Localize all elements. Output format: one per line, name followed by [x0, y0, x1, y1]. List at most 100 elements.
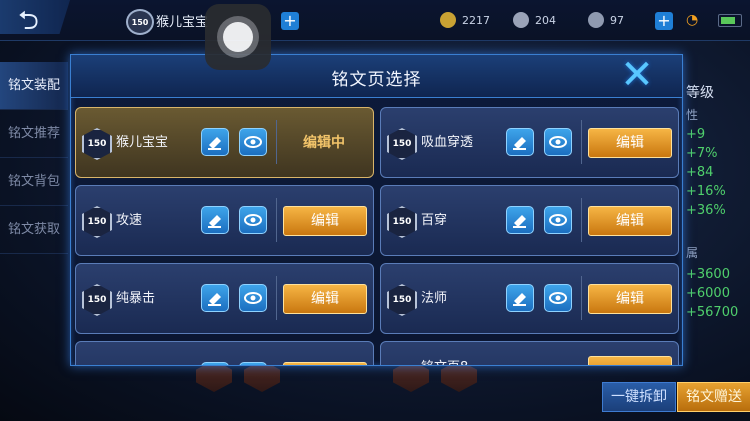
view-button[interactable]: [239, 284, 267, 312]
ticket-value: 97: [610, 13, 624, 27]
edit-button[interactable]: [283, 362, 367, 365]
add-page-button[interactable]: +: [281, 12, 299, 30]
eye-icon: [549, 214, 567, 226]
diamond-resource: 204: [513, 12, 556, 28]
eraser-icon: [513, 137, 526, 150]
rename-button[interactable]: [506, 284, 534, 312]
dialog-header: 铭文页选择 ✕: [71, 55, 682, 98]
view-button[interactable]: [239, 128, 267, 156]
eye-icon: [244, 292, 262, 304]
recharge-button[interactable]: +: [655, 12, 673, 30]
stat-value: +36%: [686, 203, 726, 218]
dialog-title: 铭文页选择: [331, 70, 422, 90]
rune-page-slot[interactable]: 150 法师 编辑: [380, 263, 679, 334]
view-button[interactable]: [544, 128, 572, 156]
view-button[interactable]: [544, 284, 572, 312]
assistive-touch-button[interactable]: [205, 4, 271, 70]
rune-page-slot[interactable]: 150 攻速 编辑: [75, 185, 374, 256]
edit-button[interactable]: 编辑: [588, 206, 672, 236]
stat-value: +56700: [686, 305, 739, 320]
rename-button[interactable]: [506, 206, 534, 234]
menu-item-assemble[interactable]: 铭文装配: [0, 62, 68, 110]
divider: [581, 198, 582, 242]
return-arrow-icon: ⮌: [18, 6, 39, 36]
eraser-icon: [208, 293, 221, 306]
rune-page-slot[interactable]: 150 百穿 编辑: [380, 185, 679, 256]
gift-rune-button[interactable]: 铭文赠送: [677, 382, 750, 412]
close-button[interactable]: ✕: [617, 54, 657, 98]
divider: [276, 120, 277, 164]
slot-name: 铭文页8: [421, 356, 468, 365]
diamond-value: 204: [535, 13, 556, 27]
divider: [581, 120, 582, 164]
eye-icon: [549, 136, 567, 148]
level-hex-icon: 150: [387, 284, 417, 316]
edit-button[interactable]: 编辑: [588, 284, 672, 314]
gold-coin-icon: [440, 12, 456, 28]
menu-item-obtain[interactable]: 铭文获取: [0, 206, 68, 254]
close-x-icon: ✕: [620, 54, 654, 98]
rune-page-slot[interactable]: 150 纯暴击 编辑: [75, 263, 374, 334]
back-button[interactable]: ⮌: [0, 0, 70, 34]
rune-page-slot[interactable]: 铭文页8: [380, 341, 679, 365]
slot-name: 百穿: [421, 213, 448, 228]
edit-button[interactable]: [588, 356, 672, 365]
level-hex-icon: 150: [82, 128, 112, 160]
rune-page-slot[interactable]: [75, 341, 374, 365]
rename-button[interactable]: [201, 128, 229, 156]
slot-name: 法师: [421, 291, 448, 306]
level-hex-icon: 150: [387, 128, 417, 160]
view-button[interactable]: [239, 362, 267, 365]
stats-header: 等级: [686, 85, 714, 101]
slot-name: 纯暴击: [116, 291, 156, 306]
eraser-icon: [208, 215, 221, 228]
eye-icon: [549, 292, 567, 304]
stats-sub2: 属: [686, 246, 699, 260]
eraser-icon: [513, 215, 526, 228]
view-button[interactable]: [239, 206, 267, 234]
gold-value: 2217: [462, 13, 490, 27]
eraser-icon: [208, 137, 221, 150]
rune-page-slot[interactable]: 150 猴儿宝宝 编辑中: [75, 107, 374, 178]
level-badge: 150: [126, 9, 154, 35]
stat-value: +16%: [686, 184, 726, 199]
divider: [276, 276, 277, 320]
diamond-icon: [513, 12, 529, 28]
stat-value: +7%: [686, 146, 718, 161]
stat-value: +84: [686, 165, 714, 180]
level-hex-icon: 150: [82, 206, 112, 238]
rename-button[interactable]: [201, 206, 229, 234]
menu-item-bag[interactable]: 铭文背包: [0, 158, 68, 206]
menu-item-recommend[interactable]: 铭文推荐: [0, 110, 68, 158]
view-button[interactable]: [544, 206, 572, 234]
rename-button[interactable]: [506, 128, 534, 156]
rename-button[interactable]: [201, 284, 229, 312]
stat-value: +3600: [686, 267, 730, 282]
eraser-icon: [513, 293, 526, 306]
stat-value: +6000: [686, 286, 730, 301]
stat-value: +9: [686, 127, 706, 142]
rename-button[interactable]: [201, 362, 229, 365]
current-page-name: 猴儿宝宝: [156, 15, 209, 30]
unload-all-button[interactable]: 一键拆卸: [602, 382, 676, 412]
battery-icon: [718, 14, 742, 27]
eye-icon: [244, 136, 262, 148]
slot-name: 吸血穿透: [421, 135, 474, 150]
gold-resource: 2217: [440, 12, 490, 28]
divider: [581, 276, 582, 320]
ticket-resource: 97: [588, 12, 624, 28]
edit-button[interactable]: 编辑: [283, 206, 367, 236]
top-bar: ⮌ 150 猴儿宝宝 + 2217 204 97 + ◔: [0, 0, 750, 41]
edit-button[interactable]: 编辑: [283, 284, 367, 314]
divider: [276, 198, 277, 242]
ticket-icon: [588, 12, 604, 28]
slot-name: 攻速: [116, 213, 143, 228]
eye-icon: [244, 214, 262, 226]
stats-panel: 等级 性 +9 +7% +84 +16% +36% 属 +3600 +6000 …: [686, 82, 750, 324]
rune-page-select-dialog: 铭文页选择 ✕ 150 猴儿宝宝 编辑中 150 吸血穿透 编辑 150 攻速: [70, 54, 683, 366]
rune-page-slot[interactable]: 150 吸血穿透 编辑: [380, 107, 679, 178]
slot-name: 猴儿宝宝: [116, 135, 169, 150]
level-hex-icon: 150: [387, 206, 417, 238]
edit-button[interactable]: 编辑: [588, 128, 672, 158]
level-hex-icon: 150: [82, 284, 112, 316]
